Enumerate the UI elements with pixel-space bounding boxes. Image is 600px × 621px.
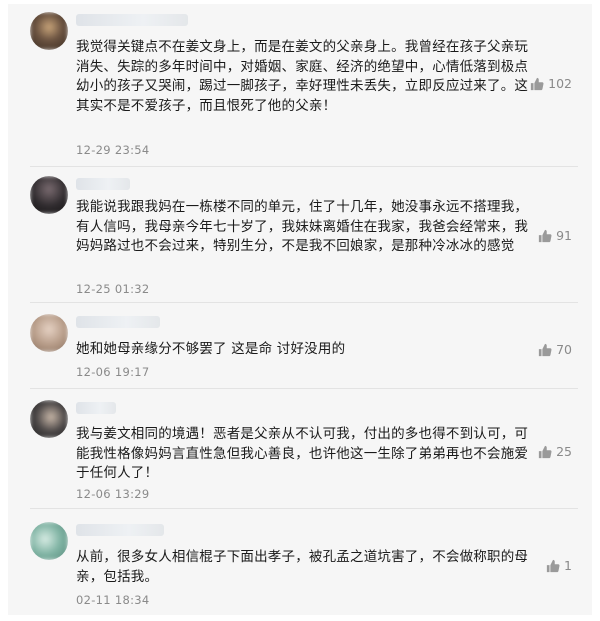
comment-time: 12-06 13:29 — [76, 487, 150, 501]
comment-text: 从前，很多女人相信棍子下面出孝子，被孔孟之道坑害了，不会做称职的母亲，包括我。 — [76, 549, 529, 585]
comment-text: 她和她母亲缘分不够罢了 这是命 讨好没用的 — [76, 341, 346, 357]
username-redacted[interactable] — [76, 316, 160, 328]
thumbs-up-icon — [546, 559, 560, 572]
like-count: 91 — [556, 228, 572, 243]
username-redacted[interactable] — [76, 178, 130, 190]
comment-item: 我能说我跟我妈在一栋楼不同的单元，住了十几年，她没事永远不搭理我，有人信吗，我母… — [8, 176, 592, 306]
like-button[interactable]: 1 — [546, 558, 572, 573]
comment-list: 我觉得关键点不在姜文身上，而是在姜文的父亲身上。我曾经在孩子父亲玩消失、失踪的多… — [8, 4, 592, 615]
like-count: 102 — [548, 76, 572, 91]
comment-time: 12-25 01:32 — [76, 282, 150, 296]
username-redacted[interactable] — [76, 14, 188, 26]
comment-item: 她和她母亲缘分不够罢了 这是命 讨好没用的 12-06 19:17 70 — [8, 314, 592, 384]
like-button[interactable]: 25 — [538, 444, 572, 459]
divider — [30, 166, 578, 167]
thumbs-up-icon — [538, 229, 552, 242]
like-count: 25 — [556, 444, 572, 459]
divider — [30, 388, 578, 389]
comment-time: 12-29 23:54 — [76, 143, 150, 157]
like-count: 1 — [564, 558, 572, 573]
comment-text: 我与姜文相同的境遇！恶者是父亲从不认可我，付出的多也得不到认可，可能我性格像妈妈… — [76, 426, 529, 481]
avatar[interactable] — [30, 176, 68, 214]
divider — [30, 302, 578, 303]
divider — [30, 508, 578, 509]
username-redacted[interactable] — [76, 402, 116, 414]
comment-text: 我能说我跟我妈在一栋楼不同的单元，住了十几年，她没事永远不搭理我，有人信吗，我母… — [76, 199, 529, 254]
like-count: 70 — [556, 342, 572, 357]
comment-item: 我与姜文相同的境遇！恶者是父亲从不认可我，付出的多也得不到认可，可能我性格像妈妈… — [8, 400, 592, 510]
username-redacted[interactable] — [76, 524, 164, 536]
comment-time: 12-06 19:17 — [76, 365, 150, 379]
like-button[interactable]: 91 — [538, 228, 572, 243]
comment-item: 从前，很多女人相信棍子下面出孝子，被孔孟之道坑害了，不会做称职的母亲，包括我。 … — [8, 522, 592, 612]
comment-text: 我觉得关键点不在姜文身上，而是在姜文的父亲身上。我曾经在孩子父亲玩消失、失踪的多… — [76, 39, 529, 114]
comment-item: 我觉得关键点不在姜文身上，而是在姜文的父亲身上。我曾经在孩子父亲玩消失、失踪的多… — [8, 12, 592, 162]
avatar[interactable] — [30, 314, 68, 352]
like-button[interactable]: 102 — [530, 76, 572, 91]
thumbs-up-icon — [538, 445, 552, 458]
comment-time: 02-11 18:34 — [76, 593, 150, 607]
avatar[interactable] — [30, 400, 68, 438]
thumbs-up-icon — [531, 77, 544, 90]
thumbs-up-icon — [538, 343, 552, 356]
like-button[interactable]: 70 — [538, 342, 572, 357]
avatar[interactable] — [30, 12, 68, 50]
avatar[interactable] — [30, 522, 68, 560]
